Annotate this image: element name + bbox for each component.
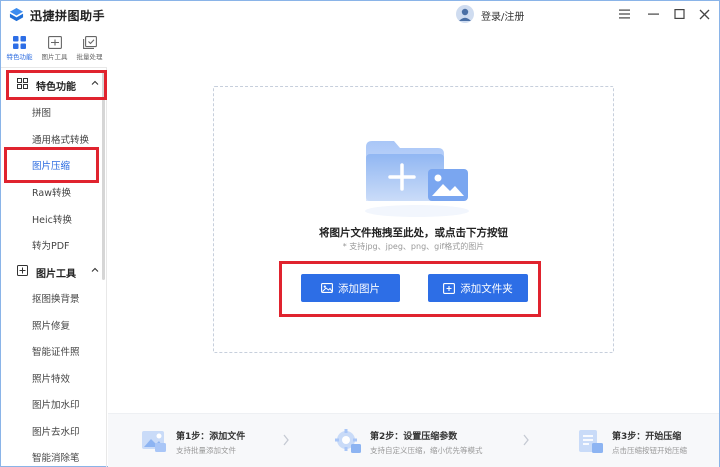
chevron-up-icon (91, 267, 99, 272)
sidebar-item-label: 拼图 (32, 108, 52, 119)
annotation-box-compress (4, 147, 99, 183)
menu-button[interactable] (615, 5, 633, 23)
add-file-step-icon (142, 431, 166, 452)
image-tool-outline-icon (17, 265, 28, 276)
avatar[interactable] (456, 5, 474, 23)
tab-batch-label: 批量处理 (76, 53, 103, 61)
sidebar-item-photo-repair[interactable]: 照片修复 (1, 311, 105, 337)
sidebar-item-id-photo[interactable]: 智能证件照 (1, 337, 105, 363)
image-tool-icon (47, 36, 62, 49)
step-3-title: 第3步：开始压缩 (612, 432, 682, 442)
section-image-tools-header[interactable]: 图片工具 (1, 257, 105, 285)
minimize-button[interactable] (644, 5, 662, 23)
step-1-desc: 支持批量添加文件 (176, 446, 236, 455)
step-2-title: 第2步：设置压缩参数 (370, 432, 458, 442)
section-image-tools-label: 图片工具 (36, 269, 76, 280)
sidebar-item-add-watermark[interactable]: 图片加水印 (1, 390, 105, 416)
sidebar: 特色功能 拼图 通用格式转换 图片压缩 Raw转换 Heic转换 转为PDF 图… (1, 68, 107, 467)
sidebar-item-label: 通用格式转换 (32, 135, 90, 146)
app-logo-icon (9, 7, 24, 22)
steps-bar: 第1步：添加文件 支持批量添加文件 第2步：设置压缩参数 支持自定义压缩，缩小优… (108, 413, 719, 467)
sidebar-item-cutout[interactable]: 抠图换背景 (1, 284, 105, 310)
sidebar-item-label: Heic转换 (32, 215, 72, 226)
hamburger-icon (618, 9, 630, 19)
login-link[interactable]: 登录/注册 (481, 8, 524, 23)
sidebar-item-label: 照片特效 (32, 374, 71, 385)
settings-step-icon (335, 429, 361, 453)
sidebar-item-eraser[interactable]: 智能消除笔 (1, 443, 105, 467)
step-3-desc: 点击压缩按钮开始压缩 (612, 446, 687, 455)
annotation-box-feature (6, 70, 107, 100)
tab-batch[interactable]: 批量处理 (72, 36, 107, 66)
sidebar-scrollbar[interactable] (102, 70, 105, 280)
chevron-right-icon (283, 434, 289, 446)
minimize-icon (647, 13, 659, 15)
tab-image-tools[interactable]: 图片工具 (37, 36, 72, 66)
start-step-icon (579, 430, 603, 453)
step-2-desc: 支持自定义压缩，缩小优先等模式 (370, 446, 483, 455)
tab-feature[interactable]: 特色功能 (2, 36, 37, 66)
drop-zone-title: 将图片文件拖拽至此处，或点击下方按钮 (319, 227, 508, 239)
sidebar-item-label: Raw转换 (32, 188, 71, 199)
user-icon (456, 5, 474, 23)
maximize-button[interactable] (670, 5, 688, 23)
close-icon (699, 9, 709, 19)
sidebar-item-label: 智能证件照 (32, 347, 80, 358)
title-bar: 迅捷拼图助手 登录/注册 (1, 1, 719, 28)
folder-add-icon (365, 141, 469, 217)
sidebar-item-label: 照片修复 (32, 321, 71, 332)
sidebar-item-remove-watermark[interactable]: 图片去水印 (1, 417, 105, 443)
maximize-icon (673, 9, 685, 19)
sidebar-item-label: 智能消除笔 (32, 453, 80, 464)
tab-feature-label: 特色功能 (6, 53, 33, 61)
chevron-right-icon (523, 434, 529, 446)
batch-icon (82, 36, 97, 49)
sidebar-item-label: 图片加水印 (32, 400, 80, 411)
app-title: 迅捷拼图助手 (30, 9, 106, 23)
sidebar-item-photo-effects[interactable]: 照片特效 (1, 364, 105, 390)
sidebar-item-label: 图片去水印 (32, 427, 80, 438)
app-window: 迅捷拼图助手 登录/注册 特色功能 图片工具 批量处理 特色功能 拼图 通用格式… (0, 0, 720, 467)
close-button[interactable] (695, 5, 713, 23)
sidebar-item-pdf[interactable]: 转为PDF (1, 231, 105, 257)
annotation-box-buttons (279, 261, 541, 317)
tab-image-tools-label: 图片工具 (41, 53, 68, 61)
sidebar-item-label: 抠图换背景 (32, 294, 80, 305)
tool-tabs: 特色功能 图片工具 批量处理 (1, 28, 107, 68)
sidebar-item-label: 转为PDF (32, 241, 70, 252)
sidebar-item-collage[interactable]: 拼图 (1, 98, 105, 124)
drop-zone-hint: * 支持jpg、jpeg、png、gif格式的图片 (342, 242, 485, 251)
step-1-title: 第1步：添加文件 (176, 432, 246, 442)
grid-apps-icon (13, 36, 26, 49)
sidebar-item-heic[interactable]: Heic转换 (1, 205, 105, 231)
